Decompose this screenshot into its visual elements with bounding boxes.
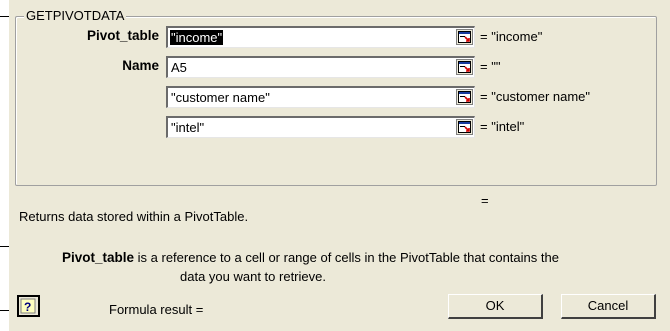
arg-label-name: Name	[122, 58, 159, 73]
item-field-1[interactable]: "customer name"	[166, 86, 475, 108]
collapse-dialog-icon[interactable]	[456, 119, 473, 135]
divider	[0, 246, 9, 247]
field-value: A5	[171, 60, 187, 75]
arg-result: = "intel"	[480, 119, 525, 134]
pivot-table-field[interactable]: "income"	[166, 26, 475, 48]
group-title: GETPIVOTDATA	[24, 8, 127, 23]
field-value: "customer name"	[171, 90, 270, 105]
arguments-group: GETPIVOTDATA Pivot_table "income" = "inc…	[15, 8, 657, 186]
arg-label-pivot-table: Pivot_table	[86, 28, 159, 43]
svg-text:?: ?	[24, 300, 31, 314]
argument-help-text: Pivot_table is a reference to a cell or …	[62, 248, 667, 286]
help-button[interactable]: ?	[17, 295, 40, 317]
cancel-button[interactable]: Cancel	[561, 294, 656, 319]
arg-result: = "income"	[480, 29, 543, 44]
argument-help-name: Pivot_table	[62, 250, 135, 265]
ok-button[interactable]: OK	[448, 294, 543, 319]
argument-help-line1: is a reference to a cell or range of cel…	[137, 250, 559, 265]
divider	[0, 16, 9, 17]
help-question-icon: ?	[20, 298, 36, 314]
field-value: "intel"	[171, 120, 205, 135]
item-field-2[interactable]: "intel"	[166, 116, 475, 138]
field-value: "income"	[170, 30, 224, 45]
function-description: Returns data stored within a PivotTable.	[19, 209, 249, 224]
arg-result: = "customer name"	[480, 89, 591, 104]
arg-result: = ""	[480, 59, 501, 74]
formula-result-label: Formula result =	[109, 302, 204, 317]
collapse-dialog-icon[interactable]	[456, 29, 473, 45]
function-arguments-dialog: GETPIVOTDATA Pivot_table "income" = "inc…	[9, 0, 670, 331]
collapse-dialog-icon[interactable]	[456, 59, 473, 75]
function-result-equals: =	[481, 193, 489, 208]
collapse-dialog-icon[interactable]	[456, 89, 473, 105]
name-field[interactable]: A5	[166, 56, 475, 78]
divider	[0, 310, 9, 311]
argument-help-line2: data you want to retrieve.	[180, 269, 326, 284]
